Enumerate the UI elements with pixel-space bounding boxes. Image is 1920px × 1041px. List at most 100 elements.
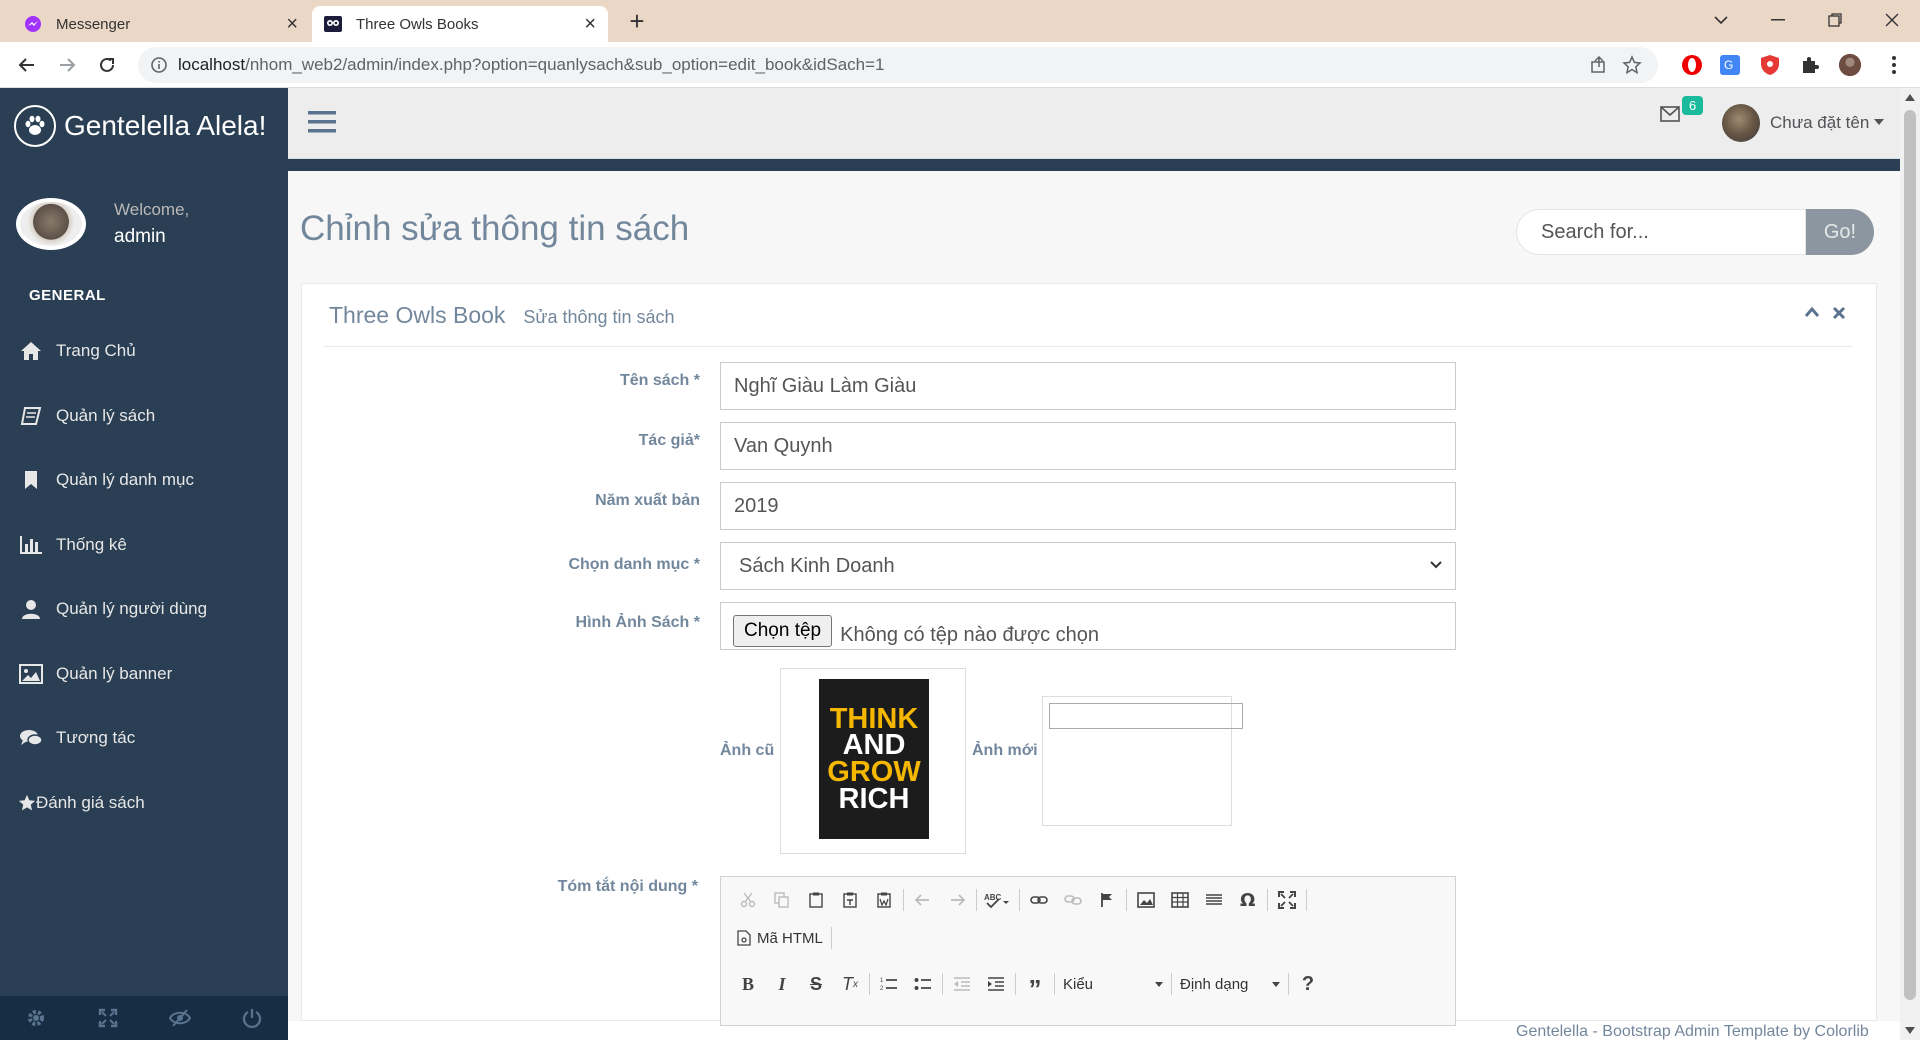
search-go-button[interactable]: Go! [1806, 209, 1874, 255]
info-icon[interactable] [150, 56, 168, 74]
year-input[interactable]: 2019 [720, 482, 1456, 530]
undo-icon[interactable] [906, 885, 940, 915]
author-input[interactable]: Van Quynh [720, 422, 1456, 470]
paste-word-icon[interactable] [867, 885, 901, 915]
restore-icon[interactable] [1806, 0, 1863, 40]
redo-icon[interactable] [940, 885, 974, 915]
special-char-icon[interactable]: Ω [1231, 885, 1265, 915]
new-tab-button[interactable]: + [622, 6, 652, 36]
file-input[interactable]: Chọn tệp Không có tệp nào được chọn [720, 602, 1456, 650]
format-dropdown[interactable]: Định dạng [1174, 976, 1286, 993]
bullet-list-icon[interactable] [906, 969, 940, 999]
search-group: Search for... Go! [1516, 209, 1874, 255]
italic-icon[interactable]: I [765, 969, 799, 999]
source-button[interactable]: Mã HTML [731, 930, 829, 947]
reload-button[interactable] [92, 50, 122, 80]
paste-text-icon[interactable] [833, 885, 867, 915]
indent-icon[interactable] [979, 969, 1013, 999]
outdent-icon[interactable] [945, 969, 979, 999]
bar-chart-icon [18, 533, 44, 557]
insert-table-icon[interactable] [1163, 885, 1197, 915]
summary-label: Tóm tắt nội dung * [557, 878, 698, 895]
browser-tab-bar: Messenger × Three Owls Books × + [0, 0, 1920, 42]
scroll-down-icon[interactable] [1905, 1027, 1915, 1034]
category-select[interactable]: Sách Kinh Doanh [720, 542, 1456, 590]
tab-three-owls-books[interactable]: Three Owls Books × [312, 6, 608, 42]
url-field[interactable]: localhost/nhom_web2/admin/index.php?opti… [138, 47, 1658, 83]
opera-extension-icon[interactable] [1680, 53, 1704, 77]
anchor-flag-icon[interactable] [1090, 885, 1124, 915]
sidebar-item-label: Quản lý danh mục [56, 470, 194, 490]
close-window-icon[interactable] [1863, 0, 1920, 40]
settings-gear-icon[interactable] [0, 996, 72, 1040]
sidebar-item-home[interactable]: Trang Chủ [0, 319, 288, 384]
star-icon [18, 791, 36, 815]
file-status: Không có tệp nào được chọn [840, 624, 1100, 646]
cut-icon[interactable] [731, 885, 765, 915]
close-tab-icon[interactable]: × [584, 13, 596, 36]
paste-icon[interactable] [799, 885, 833, 915]
choose-file-button[interactable]: Chọn tệp [733, 615, 833, 647]
scroll-thumb[interactable] [1904, 110, 1916, 1000]
sidebar-item-categories[interactable]: Quản lý danh mục [0, 448, 288, 513]
blockquote-icon[interactable]: ” [1018, 969, 1052, 1004]
close-tab-icon[interactable]: × [286, 13, 298, 36]
minimize-icon[interactable] [1749, 0, 1806, 40]
book-name-label: Tên sách * [619, 372, 700, 389]
sidebar-item-interactions[interactable]: Tương tác [0, 706, 288, 771]
bold-icon[interactable]: B [731, 969, 765, 999]
forward-button[interactable] [52, 50, 82, 80]
fullscreen-icon[interactable] [72, 996, 144, 1040]
page-scrollbar[interactable] [1900, 88, 1920, 1040]
envelope-icon[interactable] [1660, 106, 1680, 122]
puzzle-extension-icon[interactable] [1798, 53, 1822, 77]
brand[interactable]: Gentelella Alela! [0, 88, 288, 163]
sidebar-item-books[interactable]: Quản lý sách [0, 384, 288, 449]
strikethrough-icon[interactable]: S [799, 969, 833, 999]
svg-text:2: 2 [880, 986, 884, 992]
tab-search-icon[interactable] [1692, 0, 1749, 40]
tab-messenger[interactable]: Messenger × [12, 6, 310, 42]
back-button[interactable] [12, 50, 42, 80]
user-avatar[interactable] [1722, 104, 1760, 142]
power-icon[interactable] [216, 996, 288, 1040]
close-icon[interactable] [1832, 306, 1846, 320]
sidebar-item-banners[interactable]: Quản lý banner [0, 642, 288, 707]
search-input[interactable]: Search for... [1516, 209, 1806, 255]
numbered-list-icon[interactable]: 12 [872, 969, 906, 999]
translate-extension-icon[interactable]: G [1718, 53, 1742, 77]
link-icon[interactable] [1022, 885, 1056, 915]
format-label: Định dạng [1180, 975, 1249, 993]
remove-format-icon[interactable]: Tx [833, 969, 867, 999]
source-label: Mã HTML [757, 929, 823, 947]
share-icon[interactable] [1590, 56, 1608, 74]
sidebar-item-statistics[interactable]: Thống kê [0, 513, 288, 578]
bookmark-star-icon[interactable] [1622, 55, 1642, 75]
spellcheck-icon[interactable]: ABC [979, 885, 1017, 915]
caret-down-icon[interactable] [1874, 119, 1884, 125]
maximize-icon[interactable] [1270, 885, 1304, 915]
insert-image-icon[interactable] [1129, 885, 1163, 915]
unlink-icon[interactable] [1056, 885, 1090, 915]
horizontal-line-icon[interactable] [1197, 885, 1231, 915]
menu-toggle-icon[interactable] [308, 110, 336, 134]
toolbar-separator [869, 973, 870, 995]
sidebar-item-users[interactable]: Quản lý người dùng [0, 577, 288, 642]
help-icon[interactable]: ? [1291, 969, 1325, 999]
image-label: Hình Ảnh Sách * [575, 614, 700, 631]
styles-dropdown[interactable]: Kiểu [1057, 976, 1169, 993]
user-menu-label[interactable]: Chưa đặt tên [1770, 113, 1869, 133]
shield-extension-icon[interactable] [1758, 53, 1782, 77]
eye-slash-icon[interactable] [144, 996, 216, 1040]
old-image-label: Ảnh cũ [720, 742, 775, 759]
copy-icon[interactable] [765, 885, 799, 915]
sidebar-item-reviews[interactable]: Đánh giá sách [0, 771, 288, 836]
chevron-up-icon[interactable] [1804, 306, 1820, 318]
browser-menu-icon[interactable] [1882, 53, 1906, 77]
main-content: Chỉnh sửa thông tin sách Search for... G… [288, 171, 1900, 1026]
profile-avatar-icon[interactable] [1838, 53, 1862, 77]
toolbar-separator [1054, 973, 1055, 995]
scroll-up-icon[interactable] [1905, 94, 1915, 101]
messenger-icon [25, 16, 41, 32]
book-name-input[interactable]: Nghĩ Giàu Làm Giàu [720, 362, 1456, 410]
